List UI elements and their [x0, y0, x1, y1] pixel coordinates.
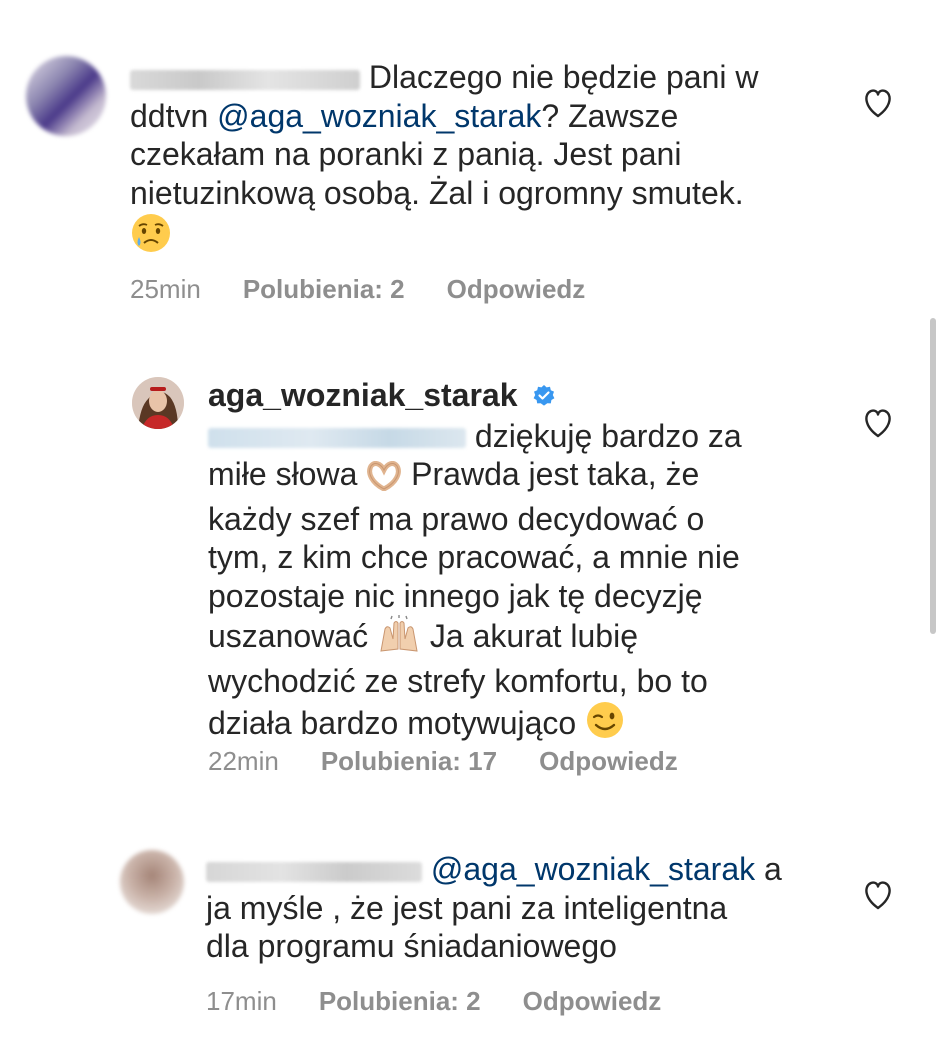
comment-3-meta: 17min Polubienia: 2 Odpowiedz [206, 986, 661, 1017]
mention-link[interactable]: @aga_wozniak_starak [431, 851, 755, 887]
comment-2-line2: miłe słowa [208, 456, 358, 492]
comment-3-line1-end: a [755, 851, 782, 887]
comment-3-line3: dla programu śniadaniowego [206, 928, 617, 964]
reply-button[interactable]: Odpowiedz [447, 274, 586, 305]
like-heart-icon[interactable] [862, 880, 894, 910]
comment-1-line2-start: ddtvn [130, 97, 218, 134]
comment-1-line3: czekałam na poranki z panią. Jest pani [130, 136, 682, 172]
avatar-aga-wozniak-starak[interactable] [132, 377, 184, 429]
comment-1-meta: 25min Polubienia: 2 Odpowiedz [130, 274, 585, 305]
raising-hands-emoji-icon [377, 615, 421, 662]
comment-1-line2-end: ? Zawsze [541, 97, 679, 134]
comment-3-line2: ja myśle , że jest pani za inteligentna [206, 889, 728, 926]
avatar-blurred[interactable] [26, 56, 106, 136]
comment-1: Dlaczego nie będzie pani w ddtvn @aga_wo… [0, 0, 946, 320]
comment-2-line2b: Prawda jest taka, że [411, 456, 700, 492]
comment-2-line4: tym, z kim chce pracować, a mnie nie [208, 539, 740, 575]
timestamp: 22min [208, 746, 279, 776]
like-heart-icon[interactable] [862, 88, 894, 118]
winking-face-emoji-icon [585, 700, 625, 749]
likes-count[interactable]: Polubienia: 17 [321, 746, 497, 777]
heart-hands-emoji-icon [366, 460, 402, 500]
timestamp: 25min [130, 274, 201, 304]
avatar-blurred[interactable] [120, 850, 184, 914]
blurred-username[interactable] [130, 69, 360, 90]
comment-2: aga_wozniak_starak dziękuję bardzo za mi… [0, 330, 946, 800]
comment-3-text: @aga_wozniak_starak a ja myśle , że jest… [206, 850, 886, 966]
comment-2-text: aga_wozniak_starak dziękuję bardzo za mi… [208, 376, 888, 749]
comment-author[interactable]: aga_wozniak_starak [208, 377, 518, 413]
crying-face-emoji-icon [130, 212, 172, 263]
comment-1-line1: Dlaczego nie będzie pani w [368, 59, 759, 95]
comment-2-line3: każdy szef ma prawo decydować o [208, 500, 705, 537]
comment-2-line6: uszanować [208, 618, 369, 654]
reply-button[interactable]: Odpowiedz [523, 986, 662, 1017]
comment-2-line8: działa bardzo motywująco [208, 705, 577, 741]
comment-3: @aga_wozniak_starak a ja myśle , że jest… [0, 830, 946, 1050]
blurred-username[interactable] [206, 861, 422, 882]
comment-2-line6b: Ja akurat lubię [429, 618, 638, 654]
likes-count[interactable]: Polubienia: 2 [319, 986, 481, 1017]
comment-1-line4: nietuzinkową osobą. Żal i ogromny smutek… [130, 174, 744, 211]
comment-2-line1: dziękuję bardzo za [474, 417, 742, 454]
blurred-mention[interactable] [208, 428, 466, 449]
likes-count[interactable]: Polubienia: 2 [243, 274, 405, 305]
verified-badge-icon [532, 378, 556, 417]
comment-2-line7: wychodzić ze strefy komfortu, bo to [208, 662, 708, 699]
comment-1-text: Dlaczego nie będzie pani w ddtvn @aga_wo… [130, 58, 850, 263]
comment-2-meta: 22min Polubienia: 17 Odpowiedz [208, 746, 678, 777]
like-heart-icon[interactable] [862, 408, 894, 438]
comment-2-line5: pozostaje nic innego jak tę decyzję [208, 577, 703, 614]
mention-link[interactable]: @aga_wozniak_starak [217, 98, 541, 134]
reply-button[interactable]: Odpowiedz [539, 746, 678, 777]
timestamp: 17min [206, 986, 277, 1016]
